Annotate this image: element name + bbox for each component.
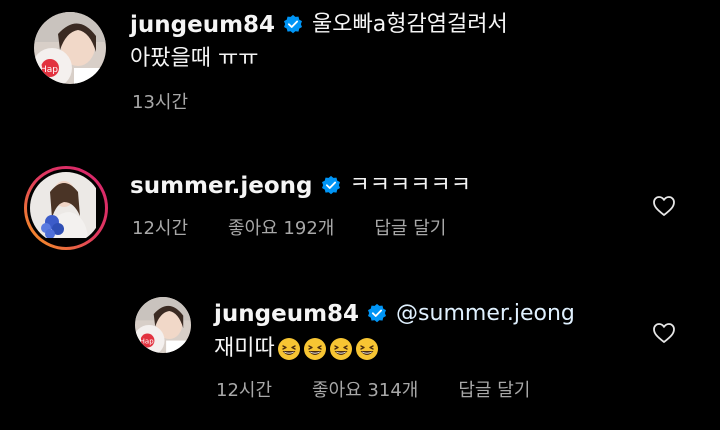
username[interactable]: jungeum84	[130, 11, 275, 39]
comment-meta: 12시간 좋아요 192개 답글 달기	[132, 218, 486, 240]
username[interactable]: summer.jeong	[130, 172, 313, 200]
heart-outline-icon[interactable]	[652, 322, 676, 344]
comment-time: 12시간	[132, 218, 189, 239]
verified-badge-icon	[366, 303, 388, 325]
comment-time: 12시간	[216, 380, 273, 401]
reply-button[interactable]: 답글 달기	[374, 218, 446, 240]
comment-text: 재미따	[214, 336, 275, 361]
comment-meta: 12시간 좋아요 314개 답글 달기	[216, 380, 570, 402]
grinning-squinting-face-emoji	[355, 337, 379, 361]
comment-header: jungeum84 @summer.jeong	[214, 300, 575, 328]
avatar-jungeum84[interactable]: Hap	[135, 297, 191, 353]
comment-header: summer.jeong ㅋㅋㅋㅋㅋㅋ	[130, 172, 471, 200]
mention-link[interactable]: @summer.jeong	[396, 300, 575, 328]
story-ring-inner	[27, 169, 105, 247]
comment-text-continued: 아팠을때 ㅠㅠ	[130, 46, 259, 71]
comment-time: 13시간	[132, 92, 189, 113]
comment-text-continued: 재미따	[214, 335, 381, 363]
like-count[interactable]: 좋아요 314개	[312, 380, 418, 402]
emoji-row	[277, 337, 381, 361]
svg-text:Hap: Hap	[140, 338, 155, 346]
grinning-squinting-face-emoji	[329, 337, 353, 361]
verified-badge-icon	[320, 175, 342, 197]
comment-text: ㅋㅋㅋㅋㅋㅋ	[349, 173, 471, 198]
comment-header: jungeum84 울오빠a형감염걸려서	[130, 11, 508, 39]
username[interactable]: jungeum84	[214, 300, 359, 328]
verified-badge-icon	[282, 14, 304, 36]
reply-button[interactable]: 답글 달기	[458, 380, 530, 402]
grinning-squinting-face-emoji	[303, 337, 327, 361]
like-count[interactable]: 좋아요 192개	[228, 218, 334, 240]
svg-text:Hap: Hap	[40, 65, 58, 75]
avatar-summer-jeong	[30, 172, 102, 244]
grinning-squinting-face-emoji	[277, 337, 301, 361]
heart-outline-icon[interactable]	[652, 195, 676, 217]
comment-meta: 13시간	[132, 92, 228, 114]
comment-text: 울오빠a형감염걸려서	[312, 12, 508, 37]
story-ring[interactable]	[24, 166, 108, 250]
avatar-jungeum84[interactable]: Hap	[34, 12, 106, 84]
